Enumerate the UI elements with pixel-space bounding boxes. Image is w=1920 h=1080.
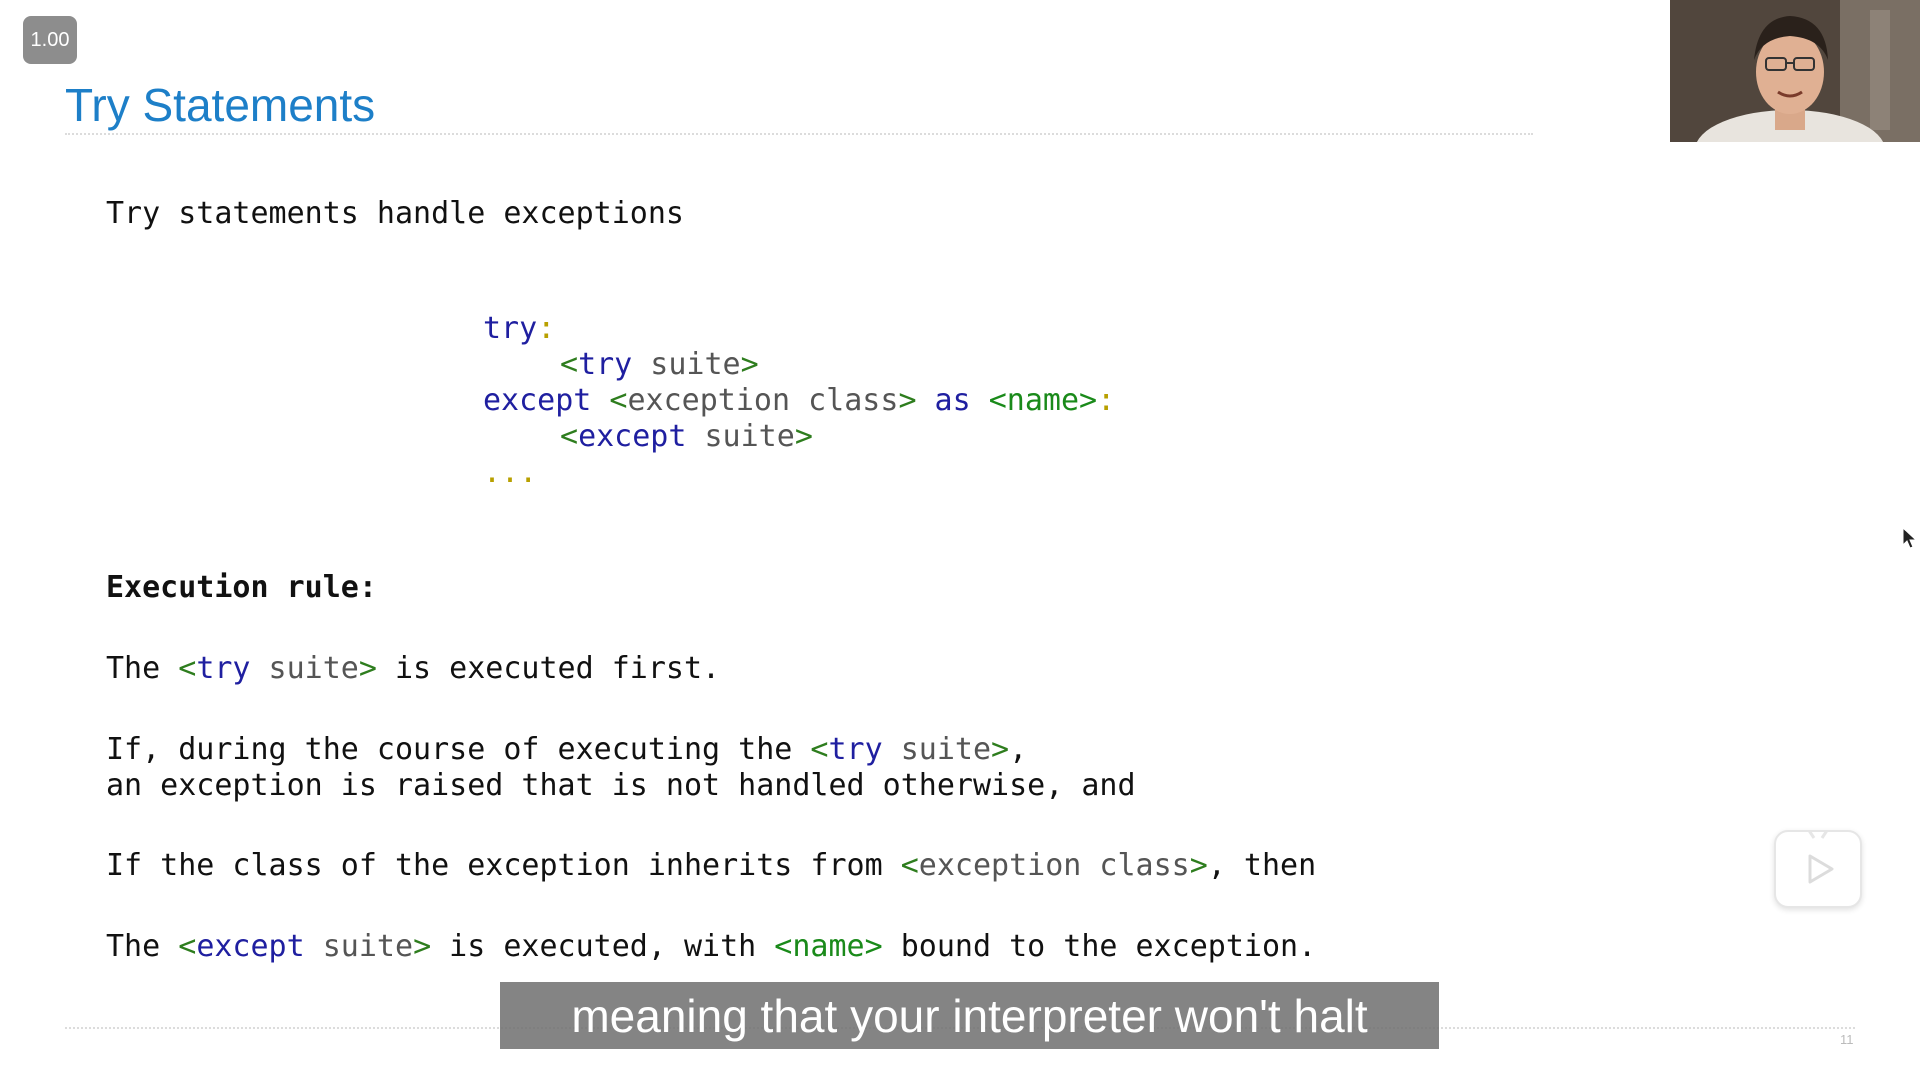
- code-line-try-suite: <try suite>: [560, 347, 759, 382]
- code-bracket: <: [178, 651, 197, 686]
- execution-rule-3: If the class of the exception inherits f…: [106, 848, 1316, 883]
- playback-speed-badge[interactable]: 1.00: [23, 16, 77, 64]
- code-text: suite: [250, 651, 359, 686]
- code-keyword: as: [916, 383, 989, 418]
- code-text: exception class: [627, 383, 899, 418]
- execution-rule-heading: Execution rule:: [106, 570, 377, 605]
- code-bracket: >: [358, 651, 377, 686]
- code-keyword: except: [483, 383, 592, 418]
- code-bracket: >: [1189, 848, 1208, 883]
- play-button[interactable]: [1774, 825, 1862, 908]
- rule-text: is executed first.: [376, 651, 721, 686]
- code-bracket: >: [794, 419, 813, 454]
- code-text: exception class: [918, 848, 1190, 883]
- code-keyword: except: [578, 419, 687, 454]
- code-bracket: >: [413, 929, 432, 964]
- code-punct: :: [1097, 383, 1116, 418]
- code-bracket: <: [591, 383, 628, 418]
- code-text: suite: [632, 347, 741, 382]
- code-name: <name>: [774, 929, 883, 964]
- code-punct: :: [537, 311, 556, 346]
- code-line-ellipsis: ...: [483, 455, 538, 490]
- slide-page-number: 11: [1840, 1032, 1854, 1047]
- mouse-cursor-icon: [1902, 526, 1918, 555]
- code-line-except: except <exception class> as <name>:: [483, 383, 1115, 418]
- code-bracket: <: [810, 732, 829, 767]
- rule-text: The: [106, 929, 179, 964]
- slide-intro-text: Try statements handle exceptions: [106, 196, 684, 231]
- execution-rule-1: The <try suite> is executed first.: [106, 651, 720, 686]
- webcam-video: [1670, 0, 1920, 142]
- rule-text: If, during the course of executing the: [106, 732, 811, 767]
- code-bracket: <: [900, 848, 919, 883]
- execution-rule-4: The <except suite> is executed, with <na…: [106, 929, 1316, 964]
- code-line-except-suite: <except suite>: [560, 419, 813, 454]
- execution-rule-2-cont: an exception is raised that is not handl…: [106, 768, 1136, 803]
- code-bracket: <: [560, 419, 579, 454]
- code-line-try: try:: [483, 311, 555, 346]
- code-keyword: except: [196, 929, 305, 964]
- code-text: suite: [882, 732, 992, 767]
- code-name: <name>: [988, 383, 1098, 418]
- rule-text: is executed, with: [431, 929, 775, 964]
- title-divider: [65, 133, 1533, 135]
- rule-text: ,: [1009, 732, 1028, 767]
- play-icon: [1804, 825, 1834, 884]
- code-keyword: try: [828, 732, 883, 767]
- code-bracket: >: [898, 383, 917, 418]
- rule-text: , then: [1207, 848, 1317, 883]
- slide-title: Try Statements: [65, 79, 376, 131]
- code-keyword: try: [196, 651, 251, 686]
- code-keyword: try: [483, 311, 538, 346]
- rule-text: If the class of the exception inherits f…: [106, 848, 901, 883]
- code-bracket: <: [178, 929, 197, 964]
- code-bracket: >: [991, 732, 1010, 767]
- code-text: suite: [304, 929, 414, 964]
- subtitle-caption: meaning that your interpreter won't halt: [500, 982, 1439, 1049]
- rule-text: The: [106, 651, 179, 686]
- rule-text: bound to the exception.: [882, 929, 1317, 964]
- code-bracket: >: [740, 347, 759, 382]
- code-text: suite: [686, 419, 795, 454]
- execution-rule-2: If, during the course of executing the <…: [106, 732, 1027, 767]
- code-keyword: try: [578, 347, 633, 382]
- code-bracket: <: [560, 347, 579, 382]
